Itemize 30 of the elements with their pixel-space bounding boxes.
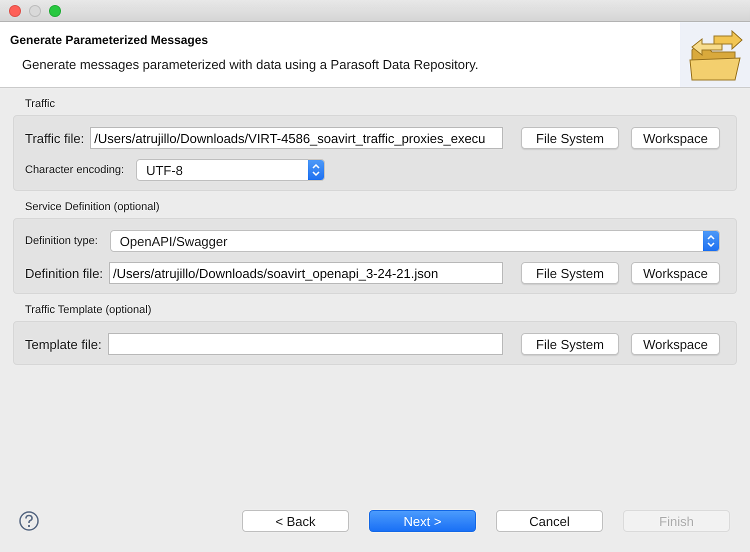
close-icon[interactable] (9, 4, 21, 16)
browse-button[interactable]: File System (521, 262, 619, 284)
path-field[interactable] (108, 333, 503, 355)
section-title: Traffic (24, 98, 56, 112)
path-field[interactable]: /Users/atrujillo/Downloads/soavirt_openapi_3-24-21.json (109, 262, 503, 284)
field-label: Character encoding: (25, 164, 124, 176)
browse-button[interactable]: Workspace (631, 127, 720, 149)
path-field[interactable]: /Users/atrujillo/Downloads/VIRT-4586_soavirt_traffic_proxies_execu (90, 127, 503, 149)
field-label: Definition file: (25, 266, 104, 280)
wizard-button[interactable]: Cancel (496, 510, 603, 532)
browse-button[interactable]: File System (521, 333, 619, 355)
section-title: Service Definition (optional) (24, 201, 161, 215)
stepper-icon (703, 231, 719, 251)
page-description: Generate messages parameterized with data using a Parasoft Data Repository. (21, 57, 478, 72)
field-label: Template file: (25, 336, 102, 352)
zoom-icon[interactable] (49, 4, 61, 16)
page-title: Generate Parameterized Messages (10, 33, 210, 47)
help-icon[interactable] (19, 511, 39, 531)
wizard-button[interactable]: < Back (242, 510, 349, 532)
dropdown[interactable]: OpenAPI/Swagger (110, 230, 720, 252)
browse-button[interactable]: Workspace (631, 333, 720, 355)
browse-button[interactable]: Workspace (631, 262, 720, 284)
stepper-icon (308, 160, 324, 180)
field-label: Traffic file: (25, 130, 84, 146)
section-title: Traffic Template (optional) (24, 304, 152, 318)
dropdown[interactable]: UTF-8 (136, 159, 326, 181)
field-label: Definition type: (25, 235, 98, 247)
minimize-icon[interactable] (29, 4, 41, 16)
browse-button[interactable]: File System (521, 127, 619, 149)
wizard-button[interactable]: Next > (369, 510, 476, 532)
